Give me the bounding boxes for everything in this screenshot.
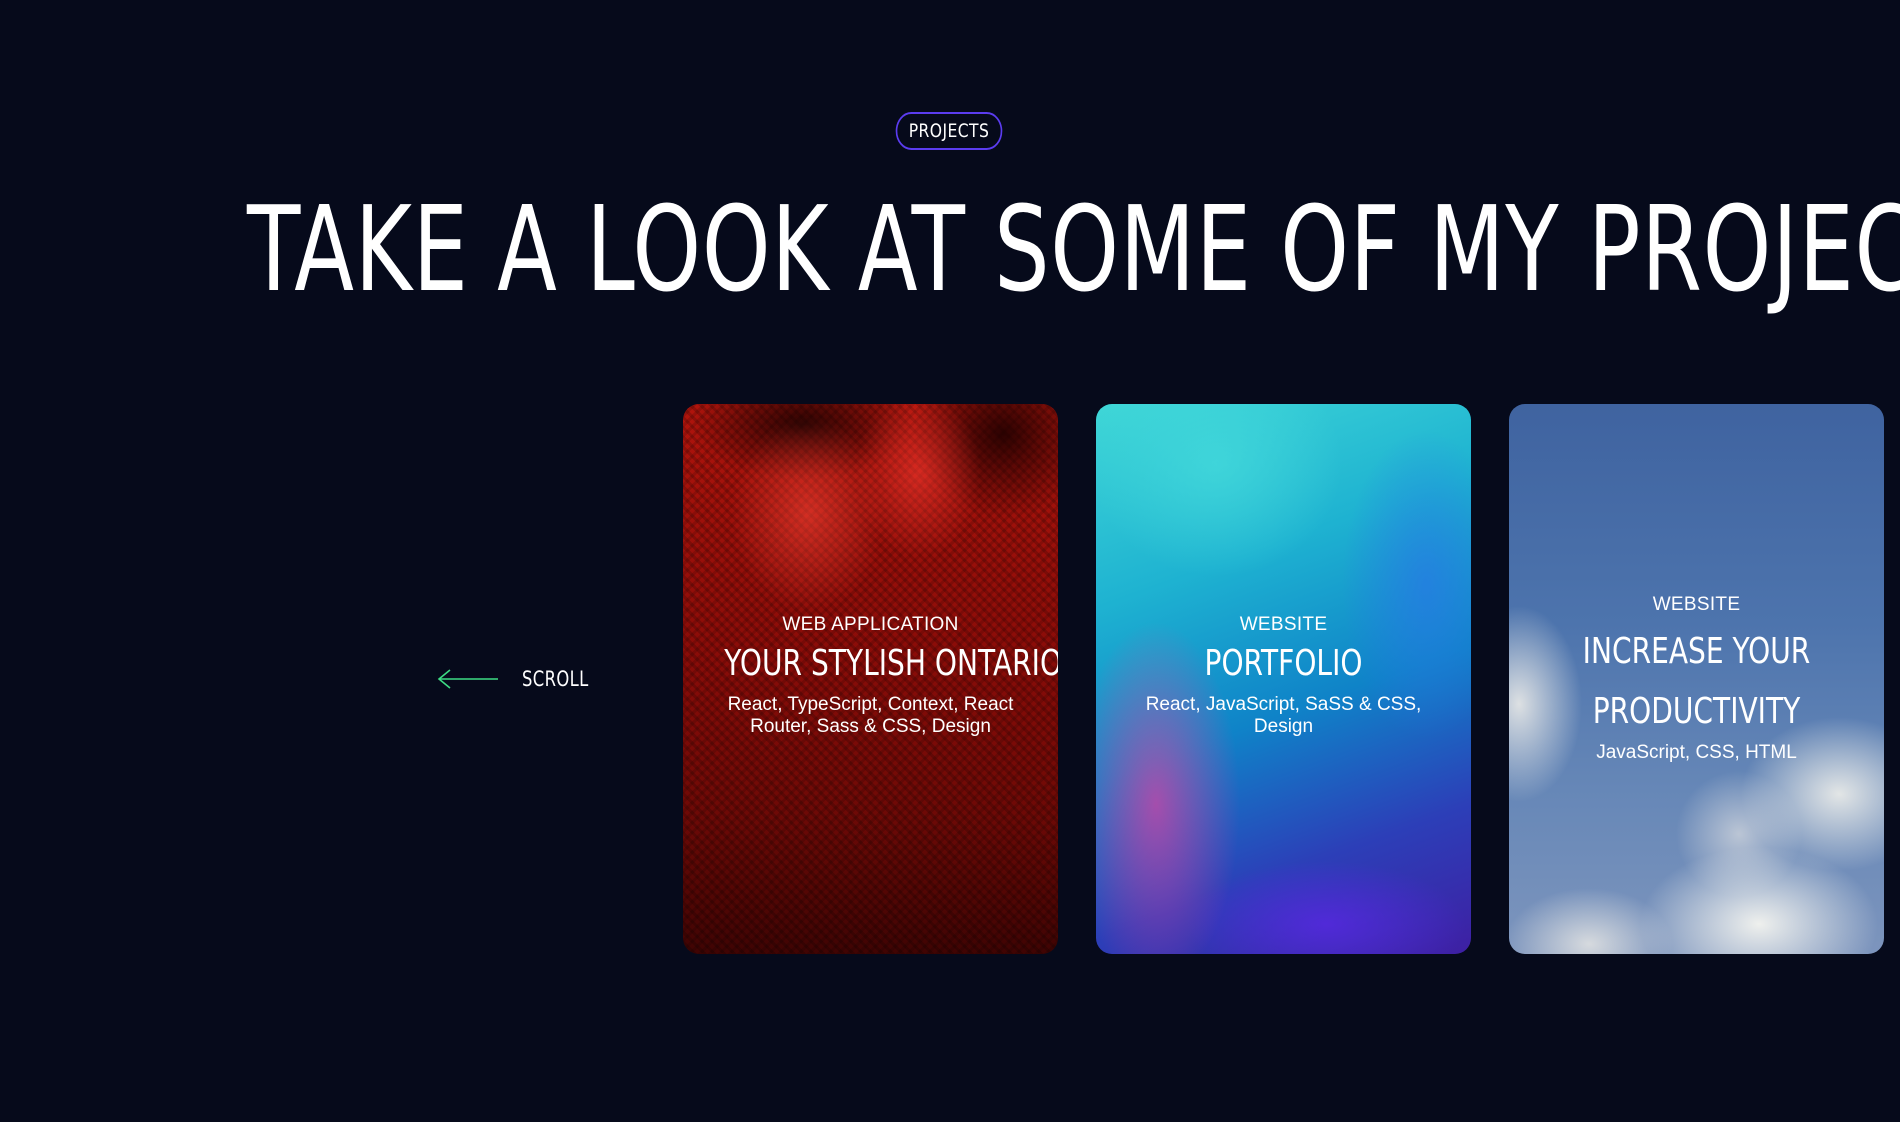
project-category: WEBSITE (1239, 614, 1328, 635)
project-card-portfolio[interactable]: WEBSITE PORTFOLIO React, JavaScript, SaS… (1096, 404, 1471, 954)
project-title-line-1: INCREASE YOUR (1582, 631, 1811, 672)
project-tech-stack: JavaScript, CSS, HTML (1596, 742, 1797, 763)
scroll-label: SCROLL (522, 667, 589, 691)
project-title: PORTFOLIO (1204, 643, 1363, 684)
scroll-hint[interactable]: SCROLL (436, 664, 608, 694)
arrow-left-icon[interactable] (436, 668, 500, 690)
project-card-content: WEB APPLICATION YOUR STYLISH ONTARIO Rea… (683, 614, 1058, 738)
project-tech-stack: React, JavaScript, SaSS & CSS, Design (1145, 694, 1422, 737)
project-category: WEB APPLICATION (782, 614, 959, 635)
project-card-content: WEBSITE INCREASE YOUR PRODUCTIVITY JavaS… (1509, 594, 1884, 764)
project-title: YOUR STYLISH ONTARIO (724, 643, 1058, 684)
project-tech-stack: React, TypeScript, Context, React Router… (727, 694, 1014, 737)
project-category: WEBSITE (1652, 594, 1741, 615)
projects-section: PROJECTS TAKE A LOOK AT SOME OF MY PROJE… (0, 0, 1900, 1122)
project-card-content: WEBSITE PORTFOLIO React, JavaScript, SaS… (1096, 614, 1471, 738)
project-card-your-stylish-ontario[interactable]: WEB APPLICATION YOUR STYLISH ONTARIO Rea… (683, 404, 1058, 954)
project-card-increase-your-productivity[interactable]: WEBSITE INCREASE YOUR PRODUCTIVITY JavaS… (1509, 404, 1884, 954)
page-title: TAKE A LOOK AT SOME OF MY PROJECTS (247, 180, 1900, 318)
section-badge: PROJECTS (895, 112, 1003, 150)
project-title-line-2: PRODUCTIVITY (1592, 691, 1801, 732)
